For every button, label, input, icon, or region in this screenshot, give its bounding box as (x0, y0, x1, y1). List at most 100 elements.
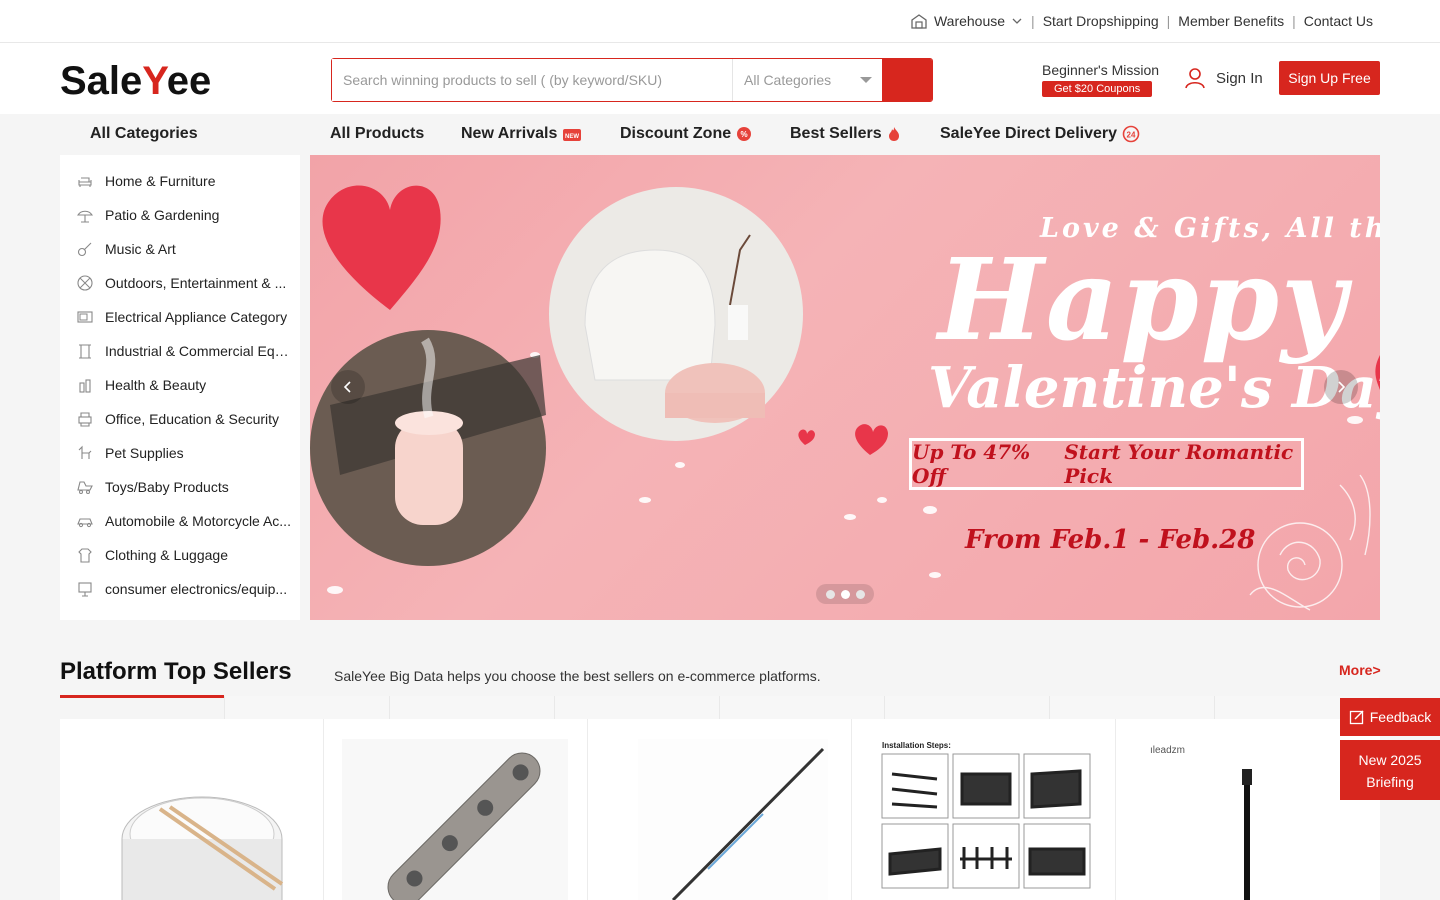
product-card[interactable] (588, 719, 852, 900)
new-badge-icon: NEW (563, 129, 582, 141)
logo-y: Y (142, 59, 167, 103)
link-start-dropshipping[interactable]: Start Dropshipping (1043, 13, 1159, 29)
platform-tab[interactable] (1049, 696, 1214, 719)
fire-icon (888, 127, 899, 141)
search-bar: All Categories (331, 58, 933, 102)
main-header: SaleYee All Categories Beginner's Missio… (0, 43, 1440, 114)
briefing-line2: Briefing (1366, 774, 1414, 790)
link-contact-us[interactable]: Contact Us (1304, 13, 1373, 29)
platform-tab[interactable] (719, 696, 884, 719)
nav-new-arrivals[interactable]: New Arrivals NEW (461, 125, 582, 143)
warehouse-icon (911, 14, 927, 29)
sidebar-item-pet-supplies[interactable]: Pet Supplies (60, 436, 300, 470)
guitar-icon (77, 242, 92, 257)
nav-all-categories[interactable]: All Categories (90, 125, 198, 143)
nav-direct-delivery[interactable]: SaleYee Direct Delivery 24 (940, 125, 1140, 143)
sidebar-item-label: Industrial & Commercial Equi... (105, 343, 295, 359)
platform-tab[interactable] (389, 696, 554, 719)
platform-tabs (224, 696, 1380, 719)
sidebar-item-patio-gardening[interactable]: Patio & Gardening (60, 198, 300, 232)
coupon-badge[interactable]: Get $20 Coupons (1042, 81, 1153, 97)
chevron-left-icon (343, 381, 351, 393)
sidebar-item-electronics[interactable]: consumer electronics/equip... (60, 572, 300, 606)
banner-offer-box[interactable]: Up To 47% Off Start Your Romantic Pick (909, 438, 1304, 490)
warehouse-selector[interactable]: Warehouse (910, 12, 1023, 30)
banner-offer: Up To 47% Off (912, 440, 1031, 488)
mission-title: Beginner's Mission (1042, 62, 1160, 78)
user-icon (1185, 68, 1205, 89)
nav-label: Best Sellers (790, 125, 882, 142)
slide-dot[interactable] (825, 589, 835, 599)
sidebar-item-electrical[interactable]: Electrical Appliance Category (60, 300, 300, 334)
banner-subheadline: Valentine's Day (928, 355, 1380, 421)
sidebar-item-health-beauty[interactable]: Health & Beauty (60, 368, 300, 402)
printer-icon (78, 412, 92, 427)
svg-text:%: % (741, 130, 748, 139)
link-member-benefits[interactable]: Member Benefits (1178, 13, 1284, 29)
clothing-icon (78, 548, 92, 563)
appliance-icon (77, 311, 93, 323)
sidebar-item-toys-baby[interactable]: Toys/Baby Products (60, 470, 300, 504)
search-button[interactable] (882, 59, 932, 101)
feedback-button[interactable]: Feedback (1340, 698, 1440, 736)
platform-tab[interactable] (224, 696, 389, 719)
sidebar-item-automobile[interactable]: Automobile & Motorcycle Ac... (60, 504, 300, 538)
briefing-button[interactable]: New 2025 Briefing (1340, 740, 1440, 800)
section-title: Platform Top Sellers (60, 658, 292, 685)
logo-prefix: Sale (60, 59, 143, 103)
sidebar-item-label: Home & Furniture (105, 173, 216, 189)
rose-outline-graphic (1249, 474, 1371, 611)
beginners-mission[interactable]: Beginner's Mission Get $20 Coupons (1042, 62, 1159, 97)
industrial-icon (79, 344, 91, 359)
nav-label: Discount Zone (620, 125, 732, 142)
nav-all-products[interactable]: All Products (330, 125, 424, 143)
svg-text:NEW: NEW (565, 134, 579, 140)
section-title-underline (60, 695, 224, 698)
nav-best-sellers[interactable]: Best Sellers (790, 125, 901, 143)
sofa-icon (78, 177, 92, 187)
sidebar-item-office[interactable]: Office, Education & Security (60, 402, 300, 436)
category-select[interactable]: All Categories (732, 59, 882, 101)
section-subtitle: SaleYee Big Data helps you choose the be… (334, 668, 821, 684)
sign-up-button[interactable]: Sign Up Free (1279, 61, 1380, 95)
search-input[interactable] (332, 59, 732, 101)
product-card[interactable]: Installation Steps: (852, 719, 1116, 900)
discount-badge-icon: % (737, 127, 752, 141)
briefing-line1: New 2025 (1358, 752, 1422, 768)
nav-discount-zone[interactable]: Discount Zone % (620, 125, 752, 143)
divider: | (1292, 13, 1296, 29)
slide-dot-active[interactable] (840, 589, 850, 599)
car-icon (77, 518, 93, 528)
more-link[interactable]: More> (1339, 662, 1381, 678)
sidebar-item-clothing[interactable]: Clothing & Luggage (60, 538, 300, 572)
garden-icon (77, 210, 93, 223)
sidebar-item-label: consumer electronics/equip... (105, 581, 288, 597)
sidebar-item-music-art[interactable]: Music & Art (60, 232, 300, 266)
svg-text:24: 24 (1127, 131, 1136, 140)
banner-prev-arrow[interactable] (331, 370, 365, 404)
platform-tab[interactable] (884, 696, 1049, 719)
platform-tab[interactable] (554, 696, 719, 719)
dropdown-arrow-icon (860, 77, 872, 83)
product-image-bike-chain (342, 739, 568, 900)
banner-next-arrow[interactable] (1324, 370, 1358, 404)
slide-dot[interactable] (855, 589, 865, 599)
saleyee-logo[interactable]: SaleYee (60, 59, 211, 104)
sidebar-item-label: Health & Beauty (105, 377, 207, 393)
banner-pagination (816, 584, 874, 604)
sidebar-item-label: Automobile & Motorcycle Ac... (105, 513, 291, 529)
sidebar-item-home-furniture[interactable]: Home & Furniture (60, 164, 300, 198)
sign-in-link[interactable]: Sign In (1184, 67, 1263, 89)
sign-in-label: Sign In (1216, 69, 1263, 87)
sidebar-item-label: Office, Education & Security (105, 411, 280, 427)
sidebar-item-industrial[interactable]: Industrial & Commercial Equi... (60, 334, 300, 368)
product-card[interactable] (60, 719, 324, 900)
hero-banner[interactable]: Love & Gifts, All the W Happy Valentine'… (310, 155, 1380, 620)
sidebar-item-label: Patio & Gardening (105, 207, 220, 223)
sidebar-item-label: Pet Supplies (105, 445, 184, 461)
sidebar-item-outdoors[interactable]: Outdoors, Entertainment & ... (60, 266, 300, 300)
sidebar-item-label: Music & Art (105, 241, 176, 257)
feedback-label: Feedback (1369, 709, 1432, 725)
product-row: Installation Steps: ıleadzm (60, 719, 1380, 900)
product-card[interactable] (324, 719, 588, 900)
